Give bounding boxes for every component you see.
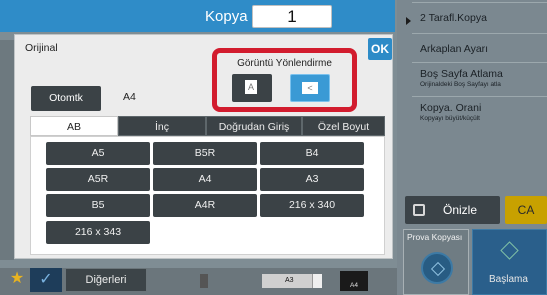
size-button-a5[interactable]: A5	[46, 142, 150, 165]
copy-count-input[interactable]: 1	[252, 5, 332, 28]
size-button-b4[interactable]: B4	[260, 142, 364, 165]
size-button-a4[interactable]: A4	[153, 168, 257, 191]
portrait-orientation-button[interactable]: A	[232, 74, 272, 102]
item-title: Arkaplan Ayarı	[420, 43, 489, 55]
tab-ab[interactable]: AB	[30, 116, 118, 136]
item-title: Kopya. Orani	[420, 102, 482, 114]
detected-size-value: A4	[123, 91, 136, 103]
start-button[interactable]: Başlama	[472, 229, 547, 295]
size-button-b5[interactable]: B5	[46, 194, 150, 217]
output-size-label: A4	[340, 271, 368, 291]
blank-page-skip-item[interactable]: Boş Sayfa Atlama Orijinaldeki Boş Sayfay…	[412, 62, 547, 96]
top-bar	[0, 0, 395, 32]
size-tabs: AB İnç Doğrudan Giriş Özel Boyut	[30, 116, 385, 136]
size-grid: A5 B5R B4 A5R A4 A3 B5 A4R 216 x 340 216…	[30, 136, 385, 255]
preview-icon	[413, 204, 425, 216]
expand-arrow-icon	[406, 17, 411, 25]
item-subtitle: Kopyayı büyüt/küçült	[420, 115, 480, 122]
item-title: 2 Tarafl.Kopya	[420, 12, 487, 24]
item-title: Boş Sayfa Atlama	[420, 68, 503, 80]
proof-copy-label: Prova Kopyası	[407, 232, 463, 242]
preview-label: Önizle	[443, 203, 478, 217]
tray-size-a3: A3	[285, 277, 294, 284]
copy-ratio-item[interactable]: Kopya. Orani Kopyayı büyüt/küçült	[412, 96, 547, 130]
tray-indicator-light	[312, 274, 322, 288]
tab-direct-entry[interactable]: Doğrudan Giriş	[206, 116, 302, 136]
proof-copy-button[interactable]	[421, 252, 453, 284]
paper-status-strip: A3 A4	[200, 271, 368, 291]
tab-inch[interactable]: İnç	[118, 116, 206, 136]
ok-button[interactable]: OK	[368, 38, 392, 60]
size-button-a3[interactable]: A3	[260, 168, 364, 191]
check-icon[interactable]: ✓	[30, 268, 62, 292]
landscape-page-icon: <	[302, 82, 318, 94]
star-icon[interactable]: ★	[7, 269, 27, 289]
tray-indicator	[200, 274, 208, 288]
size-button-216x343[interactable]: 216 x 343	[46, 221, 150, 244]
image-orientation-group: Görüntü Yönlendirme A <	[212, 48, 357, 112]
left-edge-strip	[0, 40, 14, 260]
size-button-a5r[interactable]: A5R	[46, 168, 150, 191]
others-button[interactable]: Diğerleri	[65, 268, 147, 292]
portrait-page-icon: A	[245, 80, 257, 94]
size-button-216x340[interactable]: 216 x 340	[260, 194, 364, 217]
two-sided-copy-item[interactable]: 2 Tarafl.Kopya	[406, 2, 547, 35]
auto-size-button[interactable]: Otomtk	[31, 86, 101, 111]
original-dialog: Orijinal OK Görüntü Yönlendirme A < Otom…	[14, 34, 393, 259]
tab-custom-size[interactable]: Özel Boyut	[302, 116, 385, 136]
start-diamond-icon	[500, 241, 519, 260]
size-button-b5r[interactable]: B5R	[153, 142, 257, 165]
tray-size-label: A3	[262, 274, 312, 288]
item-subtitle: Orijinaldeki Boş Sayfayı atla	[420, 81, 501, 88]
orientation-label: Görüntü Yönlendirme	[237, 58, 332, 69]
dialog-title: Orijinal	[25, 42, 58, 54]
landscape-orientation-button[interactable]: <	[290, 74, 330, 102]
start-label: Başlama	[489, 274, 528, 285]
preview-button[interactable]: Önizle	[405, 196, 500, 224]
proof-copy-box: Prova Kopyası	[403, 229, 469, 295]
clear-all-button[interactable]: CA	[505, 196, 547, 224]
size-button-a4r[interactable]: A4R	[153, 194, 257, 217]
